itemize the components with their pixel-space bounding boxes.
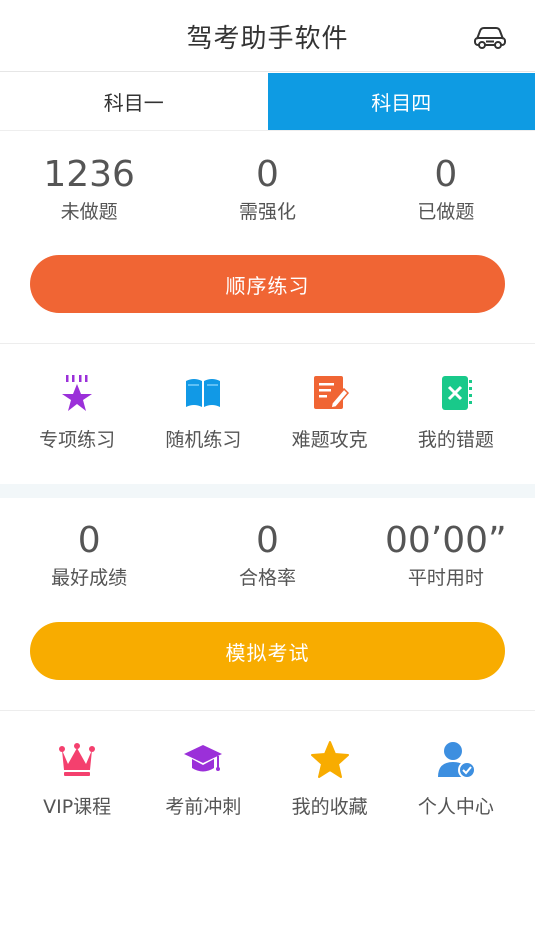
- stat-pass-rate: 0 合格率: [178, 521, 356, 590]
- stat-value: 0: [434, 154, 458, 195]
- random-practice-item[interactable]: 随机练习: [140, 373, 266, 452]
- star-icon: [62, 375, 93, 411]
- stat-label: 合格率: [238, 567, 296, 589]
- stat-undone: 1236 未做题: [0, 155, 178, 224]
- personal-center-label: 个人中心: [417, 796, 494, 818]
- user-icon: [437, 742, 476, 779]
- tab-subject-one[interactable]: 科目一: [0, 73, 268, 130]
- app-header: 驾考助手软件: [0, 0, 535, 72]
- stat-value: 1236: [43, 154, 135, 195]
- special-practice-label: 专项练习: [39, 429, 116, 451]
- star-icon: [310, 741, 349, 778]
- stat-value: 0: [256, 154, 279, 195]
- my-mistakes-label: 我的错题: [417, 429, 494, 451]
- crown-icon: [59, 743, 96, 776]
- divider: [0, 710, 535, 711]
- personal-center-item[interactable]: 个人中心: [393, 740, 519, 819]
- stat-need-strengthen: 0 需强化: [178, 155, 356, 224]
- stat-done: 0 已做题: [357, 155, 535, 224]
- practice-stats: 1236 未做题 0 需强化 0 已做题: [0, 155, 535, 224]
- my-favorites-label: 我的收藏: [291, 796, 368, 818]
- hard-questions-label: 难题攻克: [291, 429, 368, 451]
- my-favorites-item[interactable]: 我的收藏: [267, 740, 393, 819]
- pre-exam-sprint-label: 考前冲刺: [165, 796, 242, 818]
- stat-label: 平时用时: [407, 567, 484, 589]
- graduation-cap-icon: [184, 745, 223, 772]
- page-title: 驾考助手软件: [186, 24, 349, 54]
- subject-tabs: 科目一 科目四: [0, 73, 535, 131]
- stat-value: 00’00”: [384, 520, 507, 561]
- stat-best-score: 0 最好成绩: [0, 521, 178, 590]
- book-icon: [186, 379, 221, 407]
- tab-subject-four[interactable]: 科目四: [267, 73, 535, 130]
- more-features: VIP课程 考前冲刺 我的收藏 个人中心: [14, 740, 519, 819]
- my-mistakes-item[interactable]: 我的错题: [393, 373, 519, 452]
- car-icon[interactable]: [473, 22, 507, 50]
- special-practice-item[interactable]: 专项练习: [14, 373, 140, 452]
- hard-questions-item[interactable]: 难题攻克: [267, 373, 393, 452]
- error-notebook-icon: [441, 376, 472, 410]
- stat-average-time: 00’00” 平时用时: [357, 521, 535, 590]
- vip-course-item[interactable]: VIP课程: [14, 740, 140, 819]
- sequential-practice-button[interactable]: 顺序练习: [30, 255, 505, 313]
- section-gap: [0, 484, 535, 498]
- edit-icon: [313, 376, 349, 409]
- vip-course-label: VIP课程: [43, 796, 112, 818]
- mock-exam-button[interactable]: 模拟考试: [30, 622, 505, 680]
- stat-value: 0: [77, 520, 101, 561]
- stat-label: 已做题: [417, 201, 475, 223]
- practice-modes: 专项练习 随机练习 难题攻克 我的错题: [14, 373, 519, 452]
- random-practice-label: 随机练习: [165, 429, 242, 451]
- stat-label: 需强化: [238, 201, 296, 223]
- stat-label: 未做题: [60, 201, 118, 223]
- divider: [0, 343, 535, 344]
- exam-stats: 0 最好成绩 0 合格率 00’00” 平时用时: [0, 521, 535, 590]
- pre-exam-sprint-item[interactable]: 考前冲刺: [140, 740, 266, 819]
- stat-label: 最好成绩: [51, 567, 128, 589]
- stat-value: 0: [256, 520, 279, 561]
